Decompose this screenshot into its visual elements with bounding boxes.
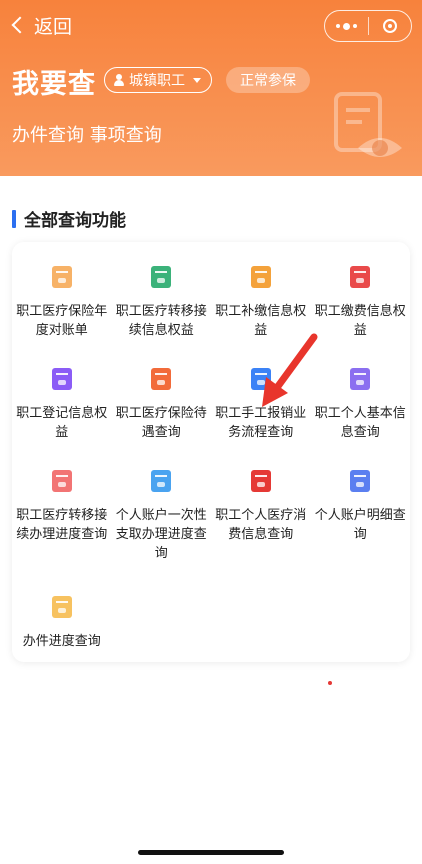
case-progress-icon [51, 596, 72, 618]
medical-consumption-icon [250, 470, 271, 492]
header-subtitle: 办件查询 事项查询 [12, 125, 162, 146]
insured-type-label: 城镇职工 [129, 73, 185, 89]
red-arrow-annotation-icon [262, 333, 318, 407]
function-label: 职工个人医疗消费信息查询 [215, 508, 307, 542]
insured-type-selector[interactable]: 城镇职工 [104, 67, 212, 93]
function-label: 办件进度查询 [22, 634, 101, 649]
function-item[interactable]: 职工缴费信息权益 [311, 242, 411, 344]
more-dot-icon [335, 24, 340, 28]
mini-program-capsule [324, 10, 412, 42]
function-label: 职工登记信息权益 [16, 406, 108, 440]
back-button[interactable]: 返回 [11, 12, 73, 38]
indicator-dot [328, 681, 332, 685]
function-item[interactable]: 职工医疗保险年度对账单 [12, 242, 112, 344]
more-menu-button[interactable] [325, 11, 368, 41]
function-item[interactable]: 职工医疗转移接续办理进度查询 [12, 446, 112, 572]
header-banner: 返回 我要查 城镇职工 正常参保 办件查询 事项查询 [0, 0, 422, 176]
section-heading: 全部查询功能 [12, 206, 126, 231]
function-item[interactable]: 职工医疗保险待遇查询 [112, 344, 212, 446]
back-label: 返回 [34, 15, 73, 38]
function-label: 个人账户明细查询 [314, 508, 406, 542]
account-withdrawal-icon [151, 470, 172, 492]
function-item[interactable]: 个人账户明细查询 [311, 446, 411, 572]
function-item[interactable]: 职工个人基本信息查询 [311, 344, 411, 446]
account-detail-icon [350, 470, 371, 492]
annual-statement-icon [51, 266, 72, 288]
function-label: 职工缴费信息权益 [314, 304, 406, 338]
caret-down-icon [193, 77, 201, 83]
registration-info-icon [51, 368, 72, 390]
document-eye-icon [334, 92, 402, 157]
section-accent-bar [12, 209, 16, 228]
transfer-info-icon [151, 266, 172, 288]
function-item[interactable]: 职工医疗转移接续信息权益 [112, 242, 212, 344]
function-card: 职工医疗保险年度对账单 职工医疗转移接续信息权益 职工补缴信息权益 职工缴费信息… [12, 242, 410, 662]
function-label: 职工医疗转移接续信息权益 [115, 304, 207, 338]
supplementary-payment-icon [250, 266, 271, 288]
close-mini-program-button[interactable] [368, 11, 411, 41]
function-label: 职工医疗保险年度对账单 [16, 304, 108, 338]
function-item[interactable]: 职工登记信息权益 [12, 344, 112, 446]
more-dot-icon [352, 24, 357, 28]
section-title-text: 全部查询功能 [24, 211, 126, 231]
user-icon [113, 74, 125, 86]
status-badge: 正常参保 [226, 67, 310, 93]
page-title: 我要查 [12, 69, 96, 100]
benefit-query-icon [151, 368, 172, 390]
function-label: 职工医疗保险待遇查询 [115, 406, 207, 440]
transfer-progress-icon [51, 470, 72, 492]
target-circle-icon [382, 19, 397, 33]
home-indicator-bar[interactable] [138, 850, 284, 855]
more-dot-icon [342, 22, 350, 30]
personal-info-icon [350, 368, 371, 390]
function-label: 职工个人基本信息查询 [314, 406, 406, 440]
payment-info-icon [350, 266, 371, 288]
function-item[interactable]: 个人账户一次性支取办理进度查询 [112, 446, 212, 572]
function-item[interactable]: 职工补缴信息权益 [211, 242, 311, 344]
function-item[interactable]: 办件进度查询 [12, 572, 112, 674]
chevron-left-icon [11, 16, 29, 34]
function-label: 职工医疗转移接续办理进度查询 [16, 508, 108, 542]
function-item[interactable]: 职工个人医疗消费信息查询 [211, 446, 311, 572]
function-grid: 职工医疗保险年度对账单 职工医疗转移接续信息权益 职工补缴信息权益 职工缴费信息… [12, 242, 410, 674]
function-label: 个人账户一次性支取办理进度查询 [115, 508, 207, 561]
